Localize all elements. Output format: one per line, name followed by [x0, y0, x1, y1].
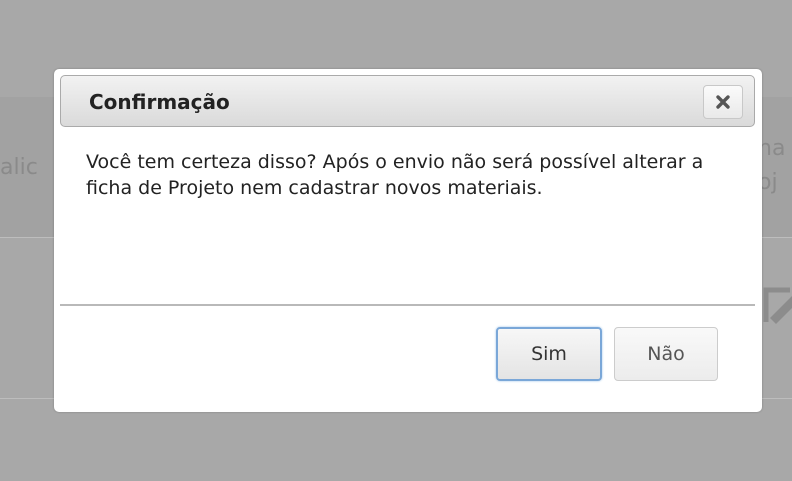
page: alic ha oj Confirmação Você tem certeza …: [0, 0, 792, 481]
no-button[interactable]: Não: [614, 327, 718, 381]
dialog-titlebar[interactable]: Confirmação: [60, 75, 755, 127]
background-text-left: alic: [0, 155, 38, 180]
dialog-separator: [60, 304, 755, 306]
yes-button[interactable]: Sim: [496, 327, 602, 381]
close-icon: [716, 95, 730, 109]
dialog-message: Você tem certeza disso? Após o envio não…: [86, 151, 704, 199]
background-text-right: ha: [758, 136, 786, 161]
dialog-title: Confirmação: [89, 90, 230, 114]
edit-icon: [763, 287, 792, 324]
confirmation-dialog: Confirmação Você tem certeza disso? Após…: [54, 69, 762, 412]
close-button[interactable]: [703, 85, 743, 119]
